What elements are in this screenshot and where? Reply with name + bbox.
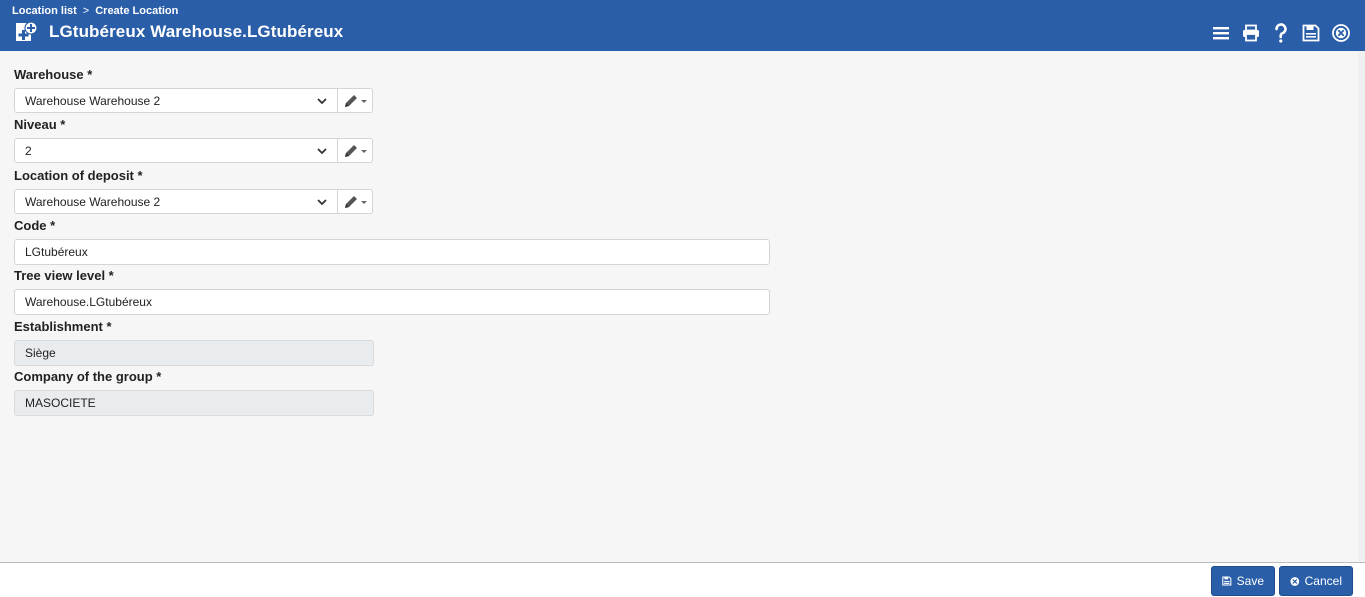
code-field: Code * LGtubéreux (14, 218, 770, 265)
close-circle-icon (1290, 576, 1300, 586)
save-icon (1222, 576, 1232, 586)
breadcrumb: Location list > Create Location (12, 5, 178, 17)
menu-button[interactable] (1211, 22, 1231, 44)
location-of-deposit-select[interactable]: Warehouse Warehouse 2 (14, 189, 338, 214)
scrollbar[interactable] (1358, 51, 1365, 562)
location-of-deposit-label: Location of deposit * (14, 168, 143, 183)
add-document-icon (16, 21, 37, 41)
location-of-deposit-field: Location of deposit * Warehouse Warehous… (14, 168, 373, 214)
print-button[interactable] (1241, 22, 1261, 44)
warehouse-select[interactable]: Warehouse Warehouse 2 (14, 88, 338, 113)
breadcrumb-location-list[interactable]: Location list (12, 5, 77, 17)
company-of-the-group-field: Company of the group * MASOCIETE (14, 369, 374, 416)
niveau-label: Niveau * (14, 117, 66, 132)
tree-view-level-field: Tree view level * Warehouse.LGtubéreux (14, 268, 770, 315)
menu-icon (1213, 27, 1229, 40)
page-title: LGtubéreux Warehouse.LGtubéreux (49, 22, 344, 41)
warehouse-value: Warehouse Warehouse 2 (25, 93, 161, 108)
cancel-button-label: Cancel (1304, 574, 1342, 588)
tree-view-level-input[interactable]: Warehouse.LGtubéreux (14, 289, 770, 315)
code-label: Code * (14, 218, 56, 233)
location-of-deposit-value: Warehouse Warehouse 2 (25, 194, 161, 209)
warehouse-field: Warehouse * Warehouse Warehouse 2 (14, 67, 373, 113)
save-button-label: Save (1236, 574, 1264, 588)
save-button[interactable]: Save (1211, 566, 1275, 596)
establishment-label: Establishment * (14, 319, 112, 334)
header-toolbar (1211, 22, 1351, 44)
breadcrumb-separator: > (82, 5, 90, 17)
help-button[interactable] (1271, 22, 1291, 44)
warehouse-edit-button[interactable] (338, 88, 373, 113)
title-row: LGtubéreux Warehouse.LGtubéreux (13, 21, 343, 43)
niveau-value: 2 (25, 143, 32, 158)
tree-view-level-label: Tree view level * (14, 268, 114, 283)
niveau-select[interactable]: 2 (14, 138, 338, 163)
company-of-the-group-label: Company of the group * (14, 369, 162, 384)
chevron-down-icon (317, 148, 327, 155)
pencil-icon (345, 195, 357, 208)
caret-down-icon (361, 100, 367, 103)
pencil-icon (345, 94, 357, 107)
save-toolbar-button[interactable] (1301, 22, 1321, 44)
cancel-button[interactable]: Cancel (1279, 566, 1353, 596)
code-input[interactable]: LGtubéreux (14, 239, 770, 265)
close-icon (1332, 24, 1350, 42)
location-of-deposit-edit-button[interactable] (338, 189, 373, 214)
chevron-down-icon (317, 98, 327, 105)
save-icon (1302, 24, 1320, 42)
establishment-field: Establishment * Siège (14, 319, 374, 366)
establishment-value: Siège (14, 340, 374, 366)
breadcrumb-create-location: Create Location (95, 5, 179, 17)
company-of-the-group-value: MASOCIETE (14, 390, 374, 416)
pencil-icon (345, 144, 357, 157)
print-icon (1243, 24, 1259, 42)
close-button[interactable] (1331, 22, 1351, 44)
chevron-down-icon (317, 199, 327, 206)
footer-bar: Save Cancel (0, 562, 1365, 597)
caret-down-icon (361, 201, 367, 204)
caret-down-icon (361, 150, 367, 153)
niveau-field: Niveau * 2 (14, 117, 373, 163)
help-icon (1275, 23, 1287, 43)
niveau-edit-button[interactable] (338, 138, 373, 163)
app-header: Location list > Create Location LGtubére… (0, 0, 1365, 51)
warehouse-label: Warehouse * (14, 67, 93, 82)
